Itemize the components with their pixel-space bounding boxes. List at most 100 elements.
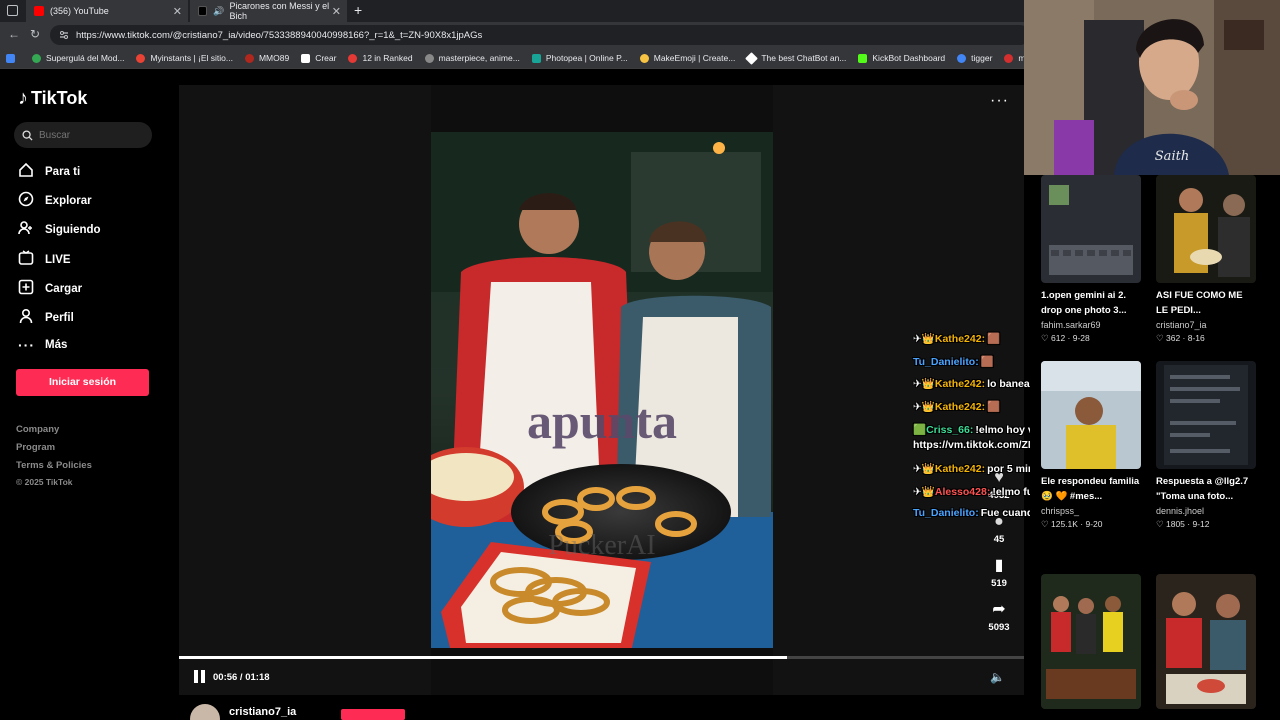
bookmark-icon	[858, 53, 868, 63]
live-icon	[18, 250, 36, 269]
author-name[interactable]: cristiano7_ia	[229, 706, 296, 718]
tab-youtube[interactable]: (356) YouTube ✕	[26, 0, 188, 22]
apps-icon[interactable]	[6, 53, 20, 63]
bookmark-icon	[531, 53, 541, 63]
video-thumbnail[interactable]	[1156, 175, 1256, 283]
card-author[interactable]: dennis.jhoel	[1156, 506, 1256, 516]
nav-mas[interactable]: ··· Más	[18, 337, 67, 353]
video-thumbnail[interactable]	[1156, 361, 1256, 469]
speaker-icon[interactable]: 🔊	[213, 6, 224, 17]
video-card[interactable]	[1041, 574, 1141, 709]
following-icon	[18, 220, 36, 239]
compass-icon	[18, 191, 36, 210]
copyright: © 2025 TikTok	[16, 477, 73, 487]
bookmark[interactable]: Crear	[301, 53, 336, 63]
site-info-icon[interactable]	[59, 30, 69, 40]
bookmark-icon	[1004, 53, 1014, 63]
heart-icon: ♡	[1041, 333, 1051, 343]
recommended-videos: 1.open gemini ai 2. drop one photo 3... …	[1030, 175, 1280, 720]
video-thumbnail[interactable]	[1041, 361, 1141, 469]
nav-para-ti[interactable]: Para ti	[18, 162, 80, 181]
nav-cargar[interactable]: Cargar	[18, 279, 82, 298]
home-icon	[18, 162, 36, 181]
reload-icon[interactable]: ↻	[30, 27, 40, 41]
share-button[interactable]: ➦ 5093	[984, 602, 1014, 634]
bookmark[interactable]: 12 in Ranked	[348, 53, 413, 63]
nav-explorar[interactable]: Explorar	[18, 191, 92, 210]
tab-label: Picarones con Messi y el Bich	[229, 1, 330, 21]
card-author[interactable]: chrispss_	[1041, 506, 1141, 516]
volume-icon[interactable]: 🔈	[990, 670, 1005, 684]
more-options-icon[interactable]: ···	[990, 92, 1009, 110]
video-card[interactable]: ASI FUE COMO ME LE PEDI... cristiano7_ia…	[1156, 175, 1256, 344]
search-icon	[22, 129, 33, 141]
card-author[interactable]: fahim.sarkar69	[1041, 320, 1141, 330]
badge-icon: ✈👑	[913, 401, 935, 413]
bookmark-icon	[424, 53, 434, 63]
login-button[interactable]: Iniciar sesión	[16, 369, 149, 396]
card-author[interactable]: cristiano7_ia	[1156, 320, 1256, 330]
video-thumbnail[interactable]	[1156, 574, 1256, 709]
back-icon[interactable]: ←	[8, 27, 20, 41]
bookmark-icon	[348, 53, 358, 63]
share-count: 5093	[988, 622, 1010, 633]
video-thumbnail[interactable]	[1041, 574, 1141, 709]
emote-icon: 🟫	[987, 333, 1001, 345]
card-stats: ♡ 125.1K · 9-20	[1041, 519, 1103, 529]
tiktok-logo[interactable]: ♪ TikTok	[18, 87, 87, 110]
video-card[interactable]: Respuesta a @llg2.7 "Toma una foto... de…	[1156, 361, 1256, 530]
search-box[interactable]	[14, 122, 152, 148]
video-scene-image: apunta PuckerAI	[431, 132, 773, 648]
footer-link-company[interactable]: Company	[16, 424, 59, 435]
author-strip	[179, 702, 1024, 720]
bookmark[interactable]: masterpiece, anime...	[424, 53, 520, 63]
bookmark-icon	[301, 53, 311, 63]
bookmark[interactable]: tigger	[957, 53, 992, 63]
video-watermark: PuckerAI	[548, 530, 655, 561]
bookmark[interactable]: Supergulá del Mod...	[32, 53, 124, 63]
tiktok-note-icon: ♪	[18, 87, 28, 109]
badge-icon: ✈👑	[913, 333, 935, 345]
video-thumbnail[interactable]	[1041, 175, 1141, 283]
video-card[interactable]: 1.open gemini ai 2. drop one photo 3... …	[1041, 175, 1141, 344]
badge-icon: ✈👑	[913, 378, 935, 390]
url-text: https://www.tiktok.com/@cristiano7_ia/vi…	[76, 29, 483, 41]
emote-icon: 🟫	[987, 401, 1001, 413]
tab-search-icon[interactable]	[7, 5, 18, 16]
heart-icon: ♡	[1041, 519, 1051, 529]
progress-bar[interactable]	[179, 656, 1024, 659]
footer-link-program[interactable]: Program	[16, 442, 55, 453]
video-card[interactable]: Ele respondeu familia 🥹 🧡 #mes... chrisp…	[1041, 361, 1141, 530]
nav-perfil[interactable]: Perfil	[18, 308, 74, 327]
chat-message: ✈👑Kathe242: por 5 min	[913, 463, 1035, 475]
chat-message: ✈👑Kathe242: 🟫	[913, 401, 1001, 413]
bookmark[interactable]: Myinstants | ¡El sitio...	[136, 53, 233, 63]
badge-icon: ✈👑	[913, 463, 935, 475]
close-tab-icon[interactable]: ✕	[173, 5, 182, 18]
video-frame[interactable]: apunta PuckerAI	[431, 132, 773, 648]
bookmark[interactable]: MakeEmoji | Create...	[639, 53, 735, 63]
new-tab-icon[interactable]: +	[354, 2, 362, 18]
chat-message: ✈👑Kathe242: lo banearon	[913, 378, 1047, 390]
bookmark[interactable]: The best ChatBot an...	[745, 51, 846, 65]
save-button[interactable]: ▮ 519	[984, 557, 1014, 590]
search-input[interactable]	[39, 129, 139, 141]
card-stats: ♡ 1805 · 9-12	[1156, 519, 1210, 529]
sidebar: ♪ TikTok Para ti Explorar Siguiendo LIVE…	[0, 70, 170, 720]
nav-siguiendo[interactable]: Siguiendo	[18, 220, 101, 239]
footer-link-terms[interactable]: Terms & Policies	[16, 460, 92, 471]
bookmark-icon: ▮	[994, 557, 1004, 574]
video-overlay-text: apunta	[527, 393, 677, 449]
follow-button[interactable]	[341, 709, 405, 720]
tab-tiktok[interactable]: 🔊 Picarones con Messi y el Bich ✕	[189, 0, 347, 22]
url-input[interactable]: https://www.tiktok.com/@cristiano7_ia/vi…	[50, 25, 1030, 45]
nav-live[interactable]: LIVE	[18, 250, 71, 269]
heart-icon: ♡	[1156, 519, 1166, 529]
video-card[interactable]	[1156, 574, 1256, 709]
bookmark-icon	[957, 53, 967, 63]
pause-icon[interactable]	[194, 670, 206, 684]
close-tab-icon[interactable]: ✕	[332, 5, 341, 18]
bookmark[interactable]: Photopea | Online P...	[531, 53, 628, 63]
bookmark[interactable]: KickBot Dashboard	[858, 53, 945, 63]
bookmark[interactable]: MMO89	[244, 53, 289, 63]
